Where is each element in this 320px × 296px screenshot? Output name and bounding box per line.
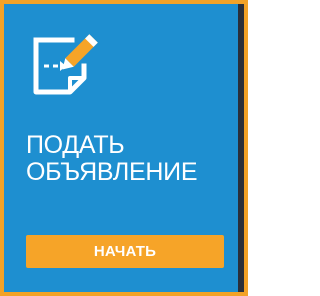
card-edge-strip (238, 4, 244, 292)
start-button[interactable]: НАЧАТЬ (26, 235, 224, 268)
edit-document-icon (33, 34, 98, 95)
title-line-2: ОБЪЯВЛЕНИЕ (26, 158, 198, 186)
card-title: ПОДАТЬ ОБЪЯВЛЕНИЕ (26, 132, 226, 186)
title-line-1: ПОДАТЬ (26, 131, 125, 159)
post-ad-card: ПОДАТЬ ОБЪЯВЛЕНИЕ НАЧАТЬ (0, 0, 248, 296)
